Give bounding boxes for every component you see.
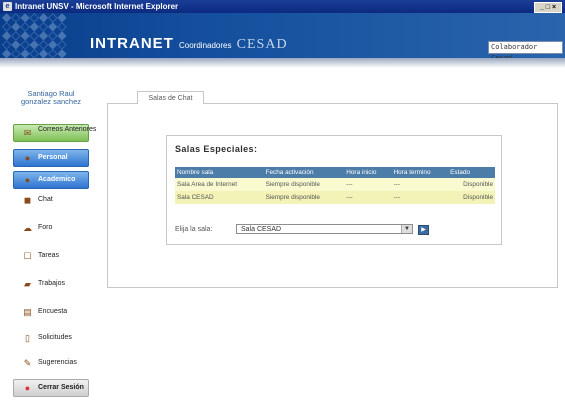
book-icon: ● [24,175,31,185]
banner-shadow [0,58,565,68]
column-header: Estado [448,167,495,178]
column-header: Nombre sala [175,167,264,178]
forum-icon: ☁ [23,223,32,233]
sidebar-item-sugerencias[interactable]: ✎ Sugerencias [13,354,89,372]
table-cell: Disponible [448,178,495,191]
sidebar-item-foro[interactable]: ☁ Foro [13,219,89,237]
chat-icon: ◼ [23,195,32,205]
table-cell: --- [344,178,392,191]
table-cell: Disponible [448,191,495,204]
room-select-label: Elija la sala: [175,226,213,233]
sidebar-item-label: Correos Anteriores [38,126,97,133]
user-box: Colaborador Cesad [488,41,563,58]
sidebar-item-label: Chat [38,196,53,203]
sidebar-item-label: Academico [38,176,76,183]
suggestions-icon: ✎ [23,358,32,368]
survey-icon: ▤ [23,307,32,317]
sidebar-item-encuesta[interactable]: ▤ Encuesta [13,303,89,321]
works-icon: ▰ [24,279,31,289]
intranet-brand: INTRANET Coordinadores CESAD [90,35,288,53]
chevron-down-icon[interactable]: ▼ [401,225,412,233]
window-controls[interactable]: _ □ × [534,2,562,13]
sidebar-item-academico[interactable]: ● Academico [13,171,89,189]
brand-title: INTRANET [90,35,174,52]
sidebar-item-label: Encuesta [38,308,68,315]
tasks-icon: ☐ [23,251,32,261]
browser-icon: e [3,2,12,11]
table-cell: --- [391,191,449,204]
table-row[interactable]: Sala Area de Internet Siempre disponible… [175,178,495,191]
table-cell: Siempre disponible [263,178,345,191]
table-cell: Sala CESAD [175,191,264,204]
logout-icon: ● [24,383,31,393]
table-cell: --- [344,191,392,204]
table-header-row: Nombre sala Fecha activación Hora inicio… [175,167,495,178]
special-rooms-box: Salas Especiales: Nombre sala Fecha acti… [166,135,502,245]
window-titlebar: e Intranet UNSV - Microsoft Internet Exp… [0,0,565,13]
sidebar-item-personal[interactable]: ● Personal [13,149,89,167]
sidebar-item-correos-anteriores[interactable]: ✉ Correos Anteriores [13,124,96,142]
decorative-pattern: ◆◇◆◇◆◇◆ ◇◆◇◆◇◆◇ ◆◇◆◇◆◇◆ ◇◆◇◆◇◆◇ ◆◇◆◇◆◇◆ [2,13,67,58]
sidebar-item-label: Cerrar Sesión [38,384,84,391]
go-button[interactable]: ▶ [418,225,429,235]
sidebar-item-solicitudes[interactable]: ▯ Solicitudes [13,329,89,347]
table-row[interactable]: Sala CESAD Siempre disponible --- --- Di… [175,191,495,204]
room-select[interactable]: Sala CESAD ▼ [236,224,413,234]
user-name-line2: gonzalez sanchez [20,97,82,106]
sidebar-item-label: Solicitudes [38,334,72,341]
rooms-heading: Salas Especiales: [175,144,258,154]
window-title: Intranet UNSV - Microsoft Internet Explo… [15,2,179,11]
table-cell: --- [391,178,449,191]
column-header: Fecha activación [263,167,345,178]
sidebar-item-chat[interactable]: ◼ Chat [13,191,89,209]
rooms-table: Nombre sala Fecha activación Hora inicio… [175,167,495,204]
tab-salas-de-chat[interactable]: Salas de Chat [137,91,204,104]
sidebar-item-label: Personal [38,154,68,161]
sidebar-item-label: Trabajos [38,280,65,287]
sidebar-item-label: Tareas [38,252,60,259]
brand-cesad: CESAD [236,37,288,52]
brand-subtitle: Coordinadores [179,41,232,50]
sidebar-item-tareas[interactable]: ☐ Tareas [13,247,89,265]
intranet-banner: ◆◇◆◇◆◇◆ ◇◆◇◆◇◆◇ ◆◇◆◇◆◇◆ ◇◆◇◆◇◆◇ ◆◇◆◇◆◇◆ INTR… [0,13,565,58]
column-header: Hora inicio [344,167,392,178]
room-select-value: Sala CESAD [241,226,282,233]
sidebar-item-label: Sugerencias [38,359,77,366]
sidebar-item-cerrar-sesion[interactable]: ● Cerrar Sesión [13,379,89,397]
table-cell: Sala Area de Internet [175,178,264,191]
table-cell: Siempre disponible [263,191,345,204]
mail-icon: ✉ [23,128,32,138]
sidebar: Santiago Raul gonzalez sanchez ✉ Correos… [0,68,102,406]
requests-icon: ▯ [25,333,30,343]
column-header: Hora termino [391,167,449,178]
user-name: Santiago Raul gonzalez sanchez [0,90,102,106]
sidebar-item-trabajos[interactable]: ▰ Trabajos [13,275,89,293]
person-icon: ● [24,153,31,163]
sidebar-item-label: Foro [38,224,53,231]
